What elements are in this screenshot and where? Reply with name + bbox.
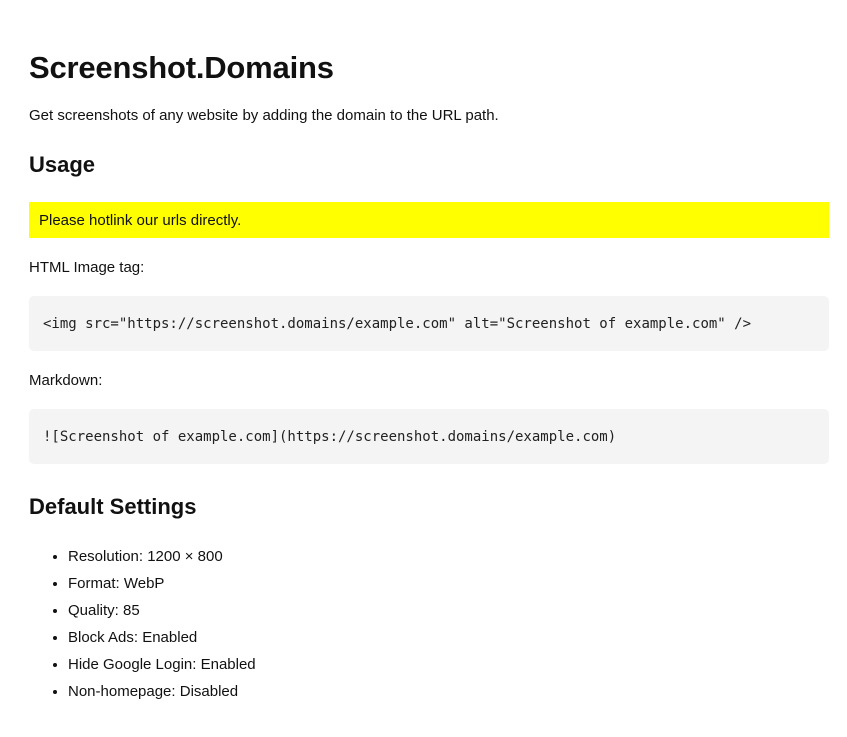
list-item: Non-homepage: Disabled [68, 678, 829, 705]
list-item: Hide Google Login: Enabled [68, 651, 829, 678]
hotlink-notice-text: Please hotlink our urls directly. [39, 211, 242, 229]
page: Screenshot.Domains Get screenshots of an… [0, 0, 847, 705]
intro-text: Get screenshots of any website by adding… [29, 107, 499, 124]
list-item: Resolution: 1200 × 800 [68, 543, 829, 570]
list-item: Quality: 85 [68, 597, 829, 624]
default-settings-heading: Default Settings [29, 494, 197, 519]
html-code-block[interactable]: <img src="https://screenshot.domains/exa… [29, 296, 829, 351]
html-image-tag-label: HTML Image tag: [29, 259, 145, 276]
markdown-code-block[interactable]: ![Screenshot of example.com](https://scr… [29, 409, 829, 464]
hotlink-notice: Please hotlink our urls directly. [29, 202, 829, 238]
usage-heading: Usage [29, 152, 96, 177]
markdown-label: Markdown: [29, 372, 103, 389]
list-item: Block Ads: Enabled [68, 624, 829, 651]
default-settings-list: Resolution: 1200 × 800 Format: WebP Qual… [29, 543, 829, 705]
list-item: Format: WebP [68, 570, 829, 597]
page-title: Screenshot.Domains [29, 50, 334, 85]
markdown-code-text[interactable]: ![Screenshot of example.com](https://scr… [43, 429, 616, 445]
html-code-text[interactable]: <img src="https://screenshot.domains/exa… [43, 316, 751, 332]
